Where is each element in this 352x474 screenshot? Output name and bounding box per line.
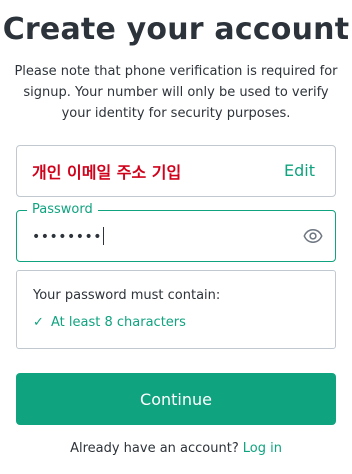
eye-icon[interactable] (303, 226, 323, 246)
check-icon: ✓ (33, 315, 44, 330)
requirement-item: ✓ At least 8 characters (33, 315, 186, 330)
requirement-label: At least 8 characters (51, 315, 186, 330)
password-requirements: Your password must contain: ✓ At least 8 … (16, 270, 336, 349)
edit-email-link[interactable]: Edit (284, 161, 315, 180)
continue-button[interactable]: Continue (16, 373, 336, 425)
text-caret (103, 227, 105, 245)
email-value: 개인 이메일 주소 기입 (32, 163, 182, 182)
password-masked-value: •••••••• (32, 229, 103, 245)
email-field: 개인 이메일 주소 기입 Edit (16, 145, 336, 197)
signup-page: Create your account Please note that pho… (0, 0, 352, 474)
page-title: Create your account (2, 12, 350, 47)
login-prompt-text: Already have an account? (70, 441, 239, 456)
password-field[interactable]: Password •••••••• (16, 202, 336, 262)
password-label: Password (27, 202, 98, 218)
login-prompt: Already have an account? Log in (0, 441, 352, 456)
login-link[interactable]: Log in (243, 441, 282, 456)
password-input[interactable]: •••••••• (32, 227, 105, 245)
requirements-title: Your password must contain: (33, 288, 221, 303)
verification-note: Please note that phone verification is r… (14, 64, 338, 121)
